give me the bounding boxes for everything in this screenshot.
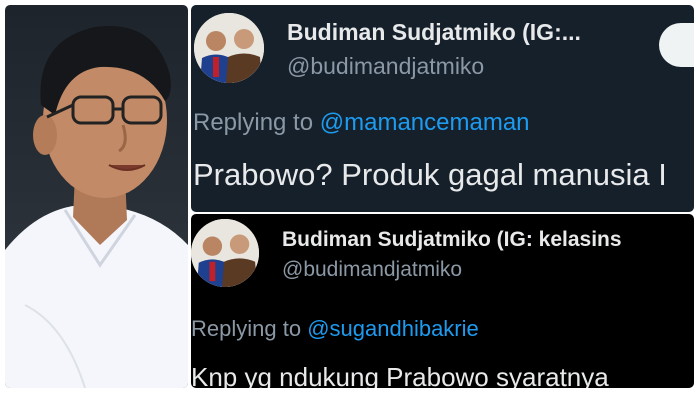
avatar[interactable] — [191, 219, 259, 287]
mention-link[interactable]: @mamancemaman — [320, 109, 530, 136]
replying-to-label: Replying to — [191, 316, 302, 341]
replying-to-line: Replying to @mamancemaman — [193, 109, 530, 137]
avatar-icon — [194, 13, 264, 83]
portrait-image — [5, 26, 188, 388]
display-name[interactable]: Budiman Sudjatmiko (IG: kelasins — [282, 228, 622, 252]
display-name[interactable]: Budiman Sudjatmiko (IG:... — [287, 19, 581, 46]
avatar-icon — [191, 219, 259, 287]
follow-button[interactable] — [659, 23, 694, 67]
tweet-card-top[interactable]: Budiman Sudjatmiko (IG:... @budimandjatm… — [191, 5, 694, 212]
tweet-text: Knp yg ndukung Prabowo syaratnya — [191, 362, 609, 388]
avatar[interactable] — [194, 13, 264, 83]
replying-to-line: Replying to @sugandhibakrie — [191, 316, 479, 342]
tweet-text: Prabowo? Produk gagal manusia I — [193, 157, 667, 192]
user-handle[interactable]: @budimandjatmiko — [287, 53, 484, 80]
tweet-card-bottom[interactable]: Budiman Sudjatmiko (IG: kelasins @budima… — [191, 214, 694, 388]
portrait-photo — [5, 5, 188, 388]
user-handle[interactable]: @budimandjatmiko — [282, 258, 462, 282]
mention-link[interactable]: @sugandhibakrie — [307, 316, 479, 341]
replying-to-label: Replying to — [193, 109, 314, 136]
